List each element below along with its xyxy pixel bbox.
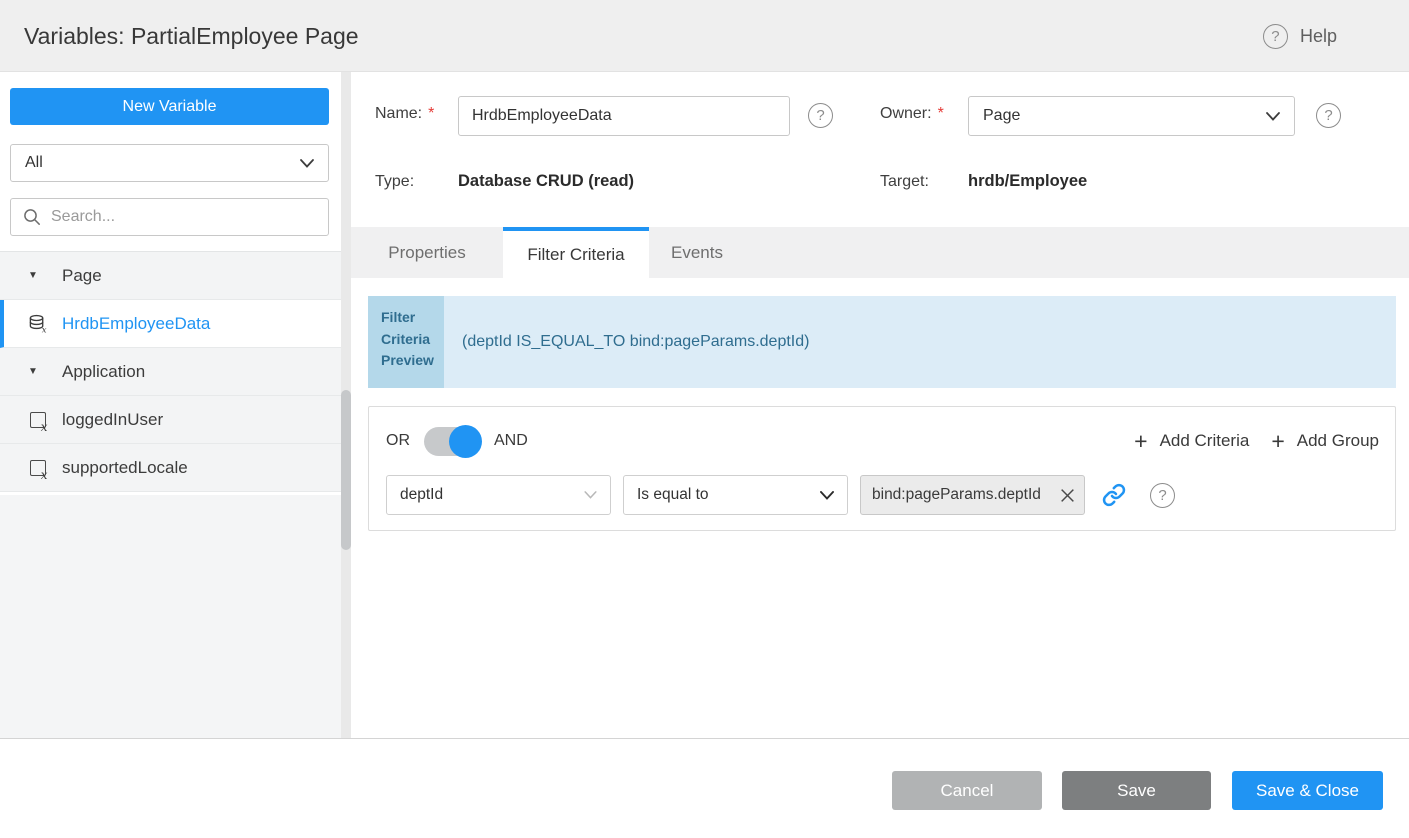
tree-item-hrdbemployeedata[interactable]: x HrdbEmployeeData [0, 300, 341, 348]
database-icon: x [28, 314, 47, 334]
save-button[interactable]: Save [1062, 771, 1211, 810]
target-value: hrdb/Employee [968, 172, 1087, 191]
tree-group-application[interactable]: ▼ Application [0, 348, 341, 396]
filter-criteria-preview: Filter Criteria Preview (deptId IS_EQUAL… [368, 296, 1396, 388]
chevron-down-icon [584, 491, 597, 499]
caret-down-icon[interactable]: ▼ [28, 270, 47, 281]
and-label: AND [494, 432, 528, 450]
detail-tabbar: Properties Filter Criteria Events [351, 227, 1409, 278]
or-label: OR [386, 432, 410, 450]
criteria-group: OR AND + Add Criteria + Add Group [368, 406, 1396, 531]
required-asterisk: * [428, 105, 434, 122]
criteria-condition-value: Is equal to [637, 486, 820, 504]
plus-icon: + [1271, 430, 1284, 453]
name-input[interactable] [458, 96, 790, 136]
clear-value-icon[interactable] [1059, 487, 1076, 504]
add-group-button[interactable]: + Add Group [1271, 430, 1379, 453]
owner-select[interactable]: Page [968, 96, 1295, 136]
bind-link-icon[interactable] [1102, 483, 1126, 507]
type-value: Database CRUD (read) [458, 172, 634, 191]
tree-item-label: supportedLocale [62, 458, 188, 478]
cancel-button[interactable]: Cancel [892, 771, 1042, 810]
sidebar-scrollbar[interactable] [341, 72, 351, 738]
criteria-help-icon[interactable]: ? [1150, 483, 1175, 508]
criteria-actions: + Add Criteria + Add Group [1134, 430, 1379, 453]
svg-text:x: x [42, 325, 47, 333]
logic-toggle-row: OR AND + Add Criteria + Add Group [386, 425, 1379, 457]
type-label: Type: [375, 173, 414, 191]
help-label: Help [1300, 26, 1337, 47]
owner-label: Owner:* [880, 105, 944, 123]
tree-item-supportedlocale[interactable]: x supportedLocale [0, 444, 341, 492]
criteria-field-select[interactable]: deptId [386, 475, 611, 515]
caret-down-icon[interactable]: ▼ [28, 366, 47, 377]
save-and-close-button[interactable]: Save & Close [1232, 771, 1383, 810]
dialog-footer: Cancel Save Save & Close [0, 738, 1409, 838]
static-variable-icon: x [28, 460, 47, 476]
variable-type-filter-select[interactable]: All [10, 144, 329, 182]
variables-tree: ▼ Page x HrdbEmployeeData ▼ Application [0, 251, 341, 492]
add-criteria-label: Add Criteria [1160, 431, 1250, 451]
criteria-value-field[interactable]: bind:pageParams.deptId [860, 475, 1085, 515]
name-label: Name:* [375, 105, 434, 123]
filter-criteria-preview-value: (deptId IS_EQUAL_TO bind:pageParams.dept… [444, 296, 1396, 388]
criteria-value-text: bind:pageParams.deptId [872, 486, 1059, 504]
variable-type-filter-value: All [25, 154, 300, 172]
chevron-down-icon [300, 159, 314, 168]
tree-group-label: Application [62, 362, 145, 382]
tree-group-label: Page [62, 266, 102, 286]
page-title: Variables: PartialEmployee Page [24, 0, 359, 72]
toggle-knob[interactable] [449, 425, 482, 458]
owner-help-icon[interactable]: ? [1316, 103, 1341, 128]
tab-filter-criteria[interactable]: Filter Criteria [503, 227, 649, 278]
required-asterisk: * [938, 105, 944, 122]
tree-item-label: HrdbEmployeeData [62, 314, 210, 334]
sidebar-scrollbar-thumb[interactable] [341, 390, 351, 550]
criteria-field-value: deptId [400, 486, 584, 504]
name-help-icon[interactable]: ? [808, 103, 833, 128]
tab-events[interactable]: Events [649, 227, 745, 278]
search-icon [23, 208, 41, 226]
chevron-down-icon [820, 491, 834, 500]
search-box[interactable] [10, 198, 329, 236]
help-button[interactable]: ? Help [1263, 0, 1337, 72]
filter-criteria-preview-label: Filter Criteria Preview [368, 296, 444, 388]
add-criteria-button[interactable]: + Add Criteria [1134, 430, 1249, 453]
plus-icon: + [1134, 430, 1147, 453]
criteria-condition-select[interactable]: Is equal to [623, 475, 848, 515]
variables-sidebar: New Variable All ▼ Page x [0, 72, 341, 738]
help-circle-icon: ? [1263, 24, 1288, 49]
search-input[interactable] [51, 208, 316, 226]
variable-detail-panel: Name:* ? Owner:* Page ? Type: Database C… [351, 72, 1409, 738]
sidebar-empty-area [0, 495, 341, 738]
criteria-row: deptId Is equal to bind:pageParams.deptI… [386, 475, 1175, 515]
tab-properties[interactable]: Properties [351, 227, 503, 278]
static-variable-icon: x [28, 412, 47, 428]
target-label: Target: [880, 173, 929, 191]
tree-group-page[interactable]: ▼ Page [0, 252, 341, 300]
dialog-header: Variables: PartialEmployee Page ? Help [0, 0, 1409, 72]
or-and-toggle[interactable] [424, 427, 480, 456]
tree-item-label: loggedInUser [62, 410, 163, 430]
variables-dialog: Variables: PartialEmployee Page ? Help N… [0, 0, 1409, 838]
owner-select-value: Page [983, 107, 1266, 125]
chevron-down-icon [1266, 112, 1280, 121]
add-group-label: Add Group [1297, 431, 1379, 451]
new-variable-button[interactable]: New Variable [10, 88, 329, 125]
tree-item-loggedinuser[interactable]: x loggedInUser [0, 396, 341, 444]
